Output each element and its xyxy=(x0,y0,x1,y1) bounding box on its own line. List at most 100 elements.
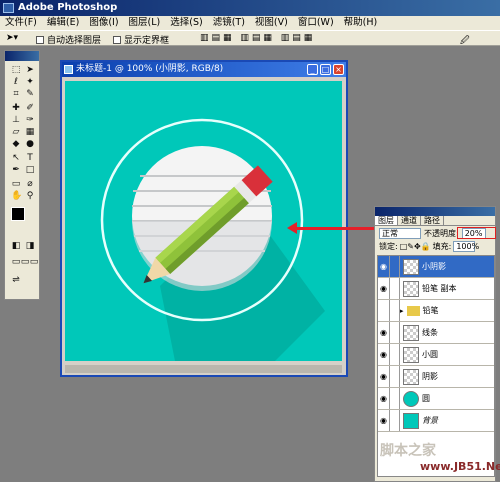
gradient-tool-icon[interactable]: ▦ xyxy=(25,127,35,137)
auto-select-label: 自动选择图层 xyxy=(47,36,102,46)
hand-tool-icon[interactable]: ✋ xyxy=(11,191,22,201)
auto-select-checkbox[interactable] xyxy=(36,35,44,44)
menu-window[interactable]: 窗口(W) xyxy=(293,16,339,30)
notes-tool-icon[interactable]: ▭ xyxy=(11,179,21,189)
minimize-button[interactable]: _ xyxy=(307,64,318,75)
layer-thumbnail xyxy=(403,390,419,407)
menu-edit[interactable]: 编辑(E) xyxy=(42,16,84,30)
history-brush-icon[interactable]: ✑ xyxy=(25,115,35,125)
layer-name: 阴影 xyxy=(422,372,438,381)
type-tool-icon[interactable]: T xyxy=(25,153,35,163)
menu-filter[interactable]: 滤镜(T) xyxy=(208,16,250,30)
eye-icon[interactable]: ◉ xyxy=(378,410,390,431)
quickmask-mode-icon[interactable]: ◨ xyxy=(25,241,35,251)
document-title: 未标题-1 @ 100% (小阴影, RGB/8) xyxy=(76,64,224,74)
layer-thumbnail xyxy=(403,368,419,385)
link-icon[interactable] xyxy=(390,344,400,365)
eye-icon[interactable]: ◉ xyxy=(378,344,390,365)
magic-wand-icon[interactable]: ✦ xyxy=(25,77,35,87)
document-window: 未标题-1 @ 100% (小阴影, RGB/8) _ □ × xyxy=(60,60,348,377)
show-bounds-checkbox[interactable] xyxy=(113,35,121,44)
link-icon[interactable] xyxy=(390,322,400,343)
lock-label: 锁定: xyxy=(379,241,398,251)
menu-help[interactable]: 帮助(H) xyxy=(339,16,383,30)
link-icon[interactable] xyxy=(390,278,400,299)
eraser-tool-icon[interactable]: ▱ xyxy=(11,127,21,137)
standard-mode-icon[interactable]: ◧ xyxy=(11,241,21,251)
eye-icon[interactable]: ◉ xyxy=(378,366,390,387)
stamp-tool-icon[interactable]: ⊥ xyxy=(11,115,21,125)
menu-bar: 文件(F) 编辑(E) 图像(I) 图层(L) 选择(S) 滤镜(T) 视图(V… xyxy=(0,16,500,30)
layer-name: 铅笔 xyxy=(422,306,439,315)
tab-paths[interactable]: 路径 xyxy=(421,216,444,225)
layer-row-pencil-copy[interactable]: ◉ 铅笔 副本 xyxy=(378,278,494,300)
link-icon[interactable] xyxy=(390,388,400,409)
eye-icon[interactable]: ◉ xyxy=(378,388,390,409)
menu-image[interactable]: 图像(I) xyxy=(84,16,123,30)
lasso-tool-icon[interactable]: ℓ xyxy=(11,77,21,87)
dodge-tool-icon[interactable]: ● xyxy=(25,139,35,149)
layer-row-small-circle[interactable]: ◉ 小圆 xyxy=(378,344,494,366)
folder-icon xyxy=(406,305,420,316)
toolbox: ⬚ ➤ ℓ ✦ ⌗ ✎ ✚ ✐ ⊥ ✑ ▱ ▦ ◆ ● ↖ T ✒ □ ▭ ⌀ … xyxy=(4,50,40,300)
eye-icon[interactable] xyxy=(378,300,390,321)
healing-tool-icon[interactable]: ✚ xyxy=(11,103,21,113)
layers-panel-header xyxy=(375,207,495,216)
fill-field[interactable]: 100% xyxy=(453,240,479,252)
align-buttons-icon[interactable]: ▥▤▦ ▥▤▦ ▥▤▦ xyxy=(200,33,315,43)
pen-tool-icon[interactable]: ✒ xyxy=(11,165,21,175)
foreground-color-swatch[interactable] xyxy=(11,207,25,221)
layer-row-shadow[interactable]: ◉ 阴影 xyxy=(378,366,494,388)
shape-tool-icon[interactable]: □ xyxy=(25,165,35,175)
screen-mode-3-icon[interactable]: ▭ xyxy=(29,257,39,267)
menu-file[interactable]: 文件(F) xyxy=(0,16,42,30)
layer-row-pencil-group[interactable]: ▸ 铅笔 xyxy=(378,300,494,322)
document-icon xyxy=(64,65,73,74)
auto-select-option[interactable]: 自动选择图层 xyxy=(36,33,101,46)
blur-tool-icon[interactable]: ◆ xyxy=(11,139,21,149)
show-bounds-option[interactable]: 显示定界框 xyxy=(113,33,169,46)
layer-row-small-shadow[interactable]: ◉ 小阴影 xyxy=(378,256,494,278)
lock-icons[interactable]: □✎✥🔒 xyxy=(400,242,431,251)
move-tool-icon[interactable]: ➤▾ xyxy=(6,33,18,43)
menu-select[interactable]: 选择(S) xyxy=(165,16,207,30)
link-icon[interactable] xyxy=(390,300,400,321)
layer-row-circle[interactable]: ◉ 圆 xyxy=(378,388,494,410)
move-tool-icon[interactable]: ➤ xyxy=(25,65,35,75)
crop-tool-icon[interactable]: ⌗ xyxy=(11,89,21,99)
opacity-label: 不透明度: xyxy=(424,228,459,238)
layer-thumbnail xyxy=(403,346,419,363)
layer-name: 铅笔 副本 xyxy=(422,284,457,293)
layer-row-background[interactable]: ◉ 背景 xyxy=(378,410,494,432)
layer-name: 背景 xyxy=(422,416,438,425)
layer-name: 圆 xyxy=(422,394,430,403)
expand-arrow-icon[interactable]: ▸ xyxy=(400,307,404,315)
tab-channels[interactable]: 通道 xyxy=(398,216,421,225)
path-select-icon[interactable]: ↖ xyxy=(11,153,21,163)
menu-layer[interactable]: 图层(L) xyxy=(124,16,166,30)
layer-row-lines[interactable]: ◉ 线条 xyxy=(378,322,494,344)
fill-label: 填充: xyxy=(432,241,452,251)
slice-tool-icon[interactable]: ✎ xyxy=(25,89,35,99)
app-title: Adobe Photoshop xyxy=(18,2,118,13)
maximize-button[interactable]: □ xyxy=(320,64,331,75)
close-button[interactable]: × xyxy=(333,64,344,75)
menu-view[interactable]: 视图(V) xyxy=(250,16,293,30)
eyedropper-icon[interactable]: ⌀ xyxy=(25,179,35,189)
brush-lock-icon[interactable] xyxy=(390,256,400,277)
blend-mode-select[interactable]: 正常 xyxy=(379,227,421,239)
tab-layers[interactable]: 图层 xyxy=(375,216,398,225)
eye-icon[interactable]: ◉ xyxy=(378,322,390,343)
eye-icon[interactable]: ◉ xyxy=(378,256,390,277)
eye-icon[interactable]: ◉ xyxy=(378,278,390,299)
layer-name: 小圆 xyxy=(422,350,438,359)
canvas[interactable] xyxy=(65,81,342,361)
brush-palette-icon[interactable]: 🖉 xyxy=(460,33,470,49)
link-icon[interactable] xyxy=(390,366,400,387)
brush-tool-icon[interactable]: ✐ xyxy=(25,103,35,113)
zoom-tool-icon[interactable]: ⚲ xyxy=(25,191,35,201)
marquee-tool-icon[interactable]: ⬚ xyxy=(11,65,21,75)
link-icon[interactable] xyxy=(390,410,400,431)
jump-to-imageready-icon[interactable]: ⇌ xyxy=(11,275,21,285)
layer-thumbnail xyxy=(403,258,419,275)
